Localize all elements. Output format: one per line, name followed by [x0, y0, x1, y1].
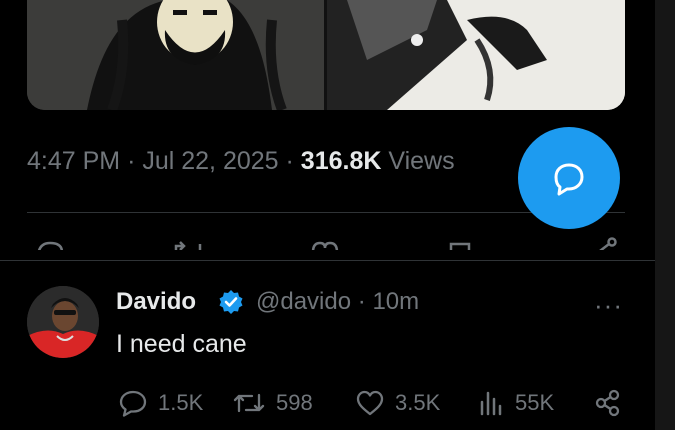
more-options-icon[interactable]: ···: [594, 290, 623, 321]
repost-count: 598: [276, 390, 313, 415]
tweet-date: Jul 22, 2025: [142, 147, 279, 175]
reply-count: 1.5K: [158, 390, 204, 415]
tweet-meta: 4:47 PM · Jul 22, 2025 · 316.8K Views: [27, 147, 455, 176]
main-tweet-actions-cut: [27, 232, 625, 250]
reply-icon: [119, 390, 147, 417]
repost-icon[interactable]: [172, 240, 204, 250]
verified-badge-icon: [219, 290, 243, 314]
views-action[interactable]: 55K: [477, 386, 554, 420]
repost-icon: [233, 393, 265, 413]
meta-separator: ·: [127, 147, 143, 175]
tweet-time: 4:47 PM: [27, 147, 121, 175]
heart-icon: [356, 390, 384, 416]
media-image-right[interactable]: [327, 0, 625, 110]
share-icon[interactable]: [592, 236, 618, 250]
sheet-edge: [0, 260, 655, 261]
side-strip: [655, 0, 675, 430]
reply-fab-button[interactable]: [518, 127, 620, 229]
reply-author-name[interactable]: Davido: [116, 288, 196, 316]
reply-handle[interactable]: @davido: [256, 288, 351, 315]
like-count: 3.5K: [395, 390, 441, 415]
avatar[interactable]: [27, 286, 99, 358]
views-count-reply: 55K: [515, 390, 555, 415]
reply-action[interactable]: 1.5K: [118, 386, 203, 420]
media-image-left[interactable]: [27, 0, 324, 110]
reply-text: I need cane: [116, 330, 247, 358]
reply-icon[interactable]: [35, 240, 65, 250]
repost-action[interactable]: 598: [232, 386, 313, 420]
share-action[interactable]: [594, 386, 632, 420]
meta-separator: ·: [285, 147, 301, 175]
reply-bubble-icon: [554, 163, 584, 196]
views-count: 316.8K: [300, 147, 382, 175]
bookmark-icon[interactable]: [447, 240, 475, 250]
reply-age: 10m: [372, 288, 420, 315]
like-icon[interactable]: [309, 240, 341, 250]
views-chart-icon: [480, 391, 502, 416]
like-action[interactable]: 3.5K: [355, 386, 440, 420]
views-label: Views: [388, 147, 455, 175]
tweet-media[interactable]: [27, 0, 625, 110]
share-icon: [595, 389, 620, 417]
handle-separator: ·: [357, 288, 373, 315]
reply-handle-line: @davido · 10m: [256, 288, 419, 316]
